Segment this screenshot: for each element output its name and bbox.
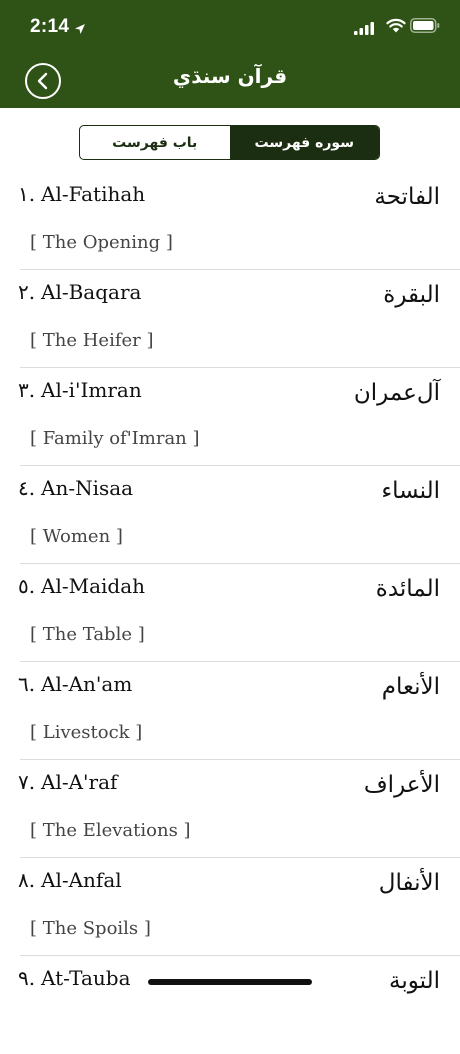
surah-meaning: [ The Opening ] <box>30 232 173 253</box>
index-segmented-control: باب فهرست سوره فهرست <box>79 125 380 160</box>
surah-name: At-Tauba <box>41 966 131 990</box>
surah-number: ٩. <box>18 966 36 990</box>
surah-number: ٨. <box>18 868 36 892</box>
surah-row-1[interactable]: ١. Al-Fatihah [ The Opening ] الفاتحة <box>0 172 460 270</box>
wifi-icon <box>386 18 406 37</box>
status-time: 2:14 <box>30 16 70 37</box>
status-bar: 2:14 <box>0 0 460 50</box>
navigation-header: 2:14 قرآن سنڌي <box>0 0 460 108</box>
surah-row-7[interactable]: ٧. Al-A'raf [ The Elevations ] الأعراف <box>0 760 460 858</box>
surah-meaning: [ The Heifer ] <box>30 330 154 351</box>
surah-arabic-name: الفاتحة <box>374 184 440 210</box>
surah-arabic-name: البقرة <box>383 282 440 308</box>
surah-meaning: [ The Elevations ] <box>30 820 191 841</box>
cellular-signal-icon <box>354 20 374 39</box>
surah-meaning: [ The Table ] <box>30 624 145 645</box>
surah-name: Al-Fatihah <box>41 182 146 206</box>
surah-name: Al-An'am <box>41 672 133 696</box>
surah-arabic-name: آل‌عمران <box>353 380 440 406</box>
surah-arabic-name: الأنعام <box>381 674 440 700</box>
surah-arabic-name: النساء <box>381 478 440 504</box>
surah-name: Al-i'Imran <box>41 378 142 402</box>
surah-arabic-name: التوبة <box>389 968 440 994</box>
surah-row-5[interactable]: ٥. Al-Maidah [ The Table ] المائدة <box>0 564 460 662</box>
surah-number: ٧. <box>18 770 36 794</box>
page-title: قرآن سنڌي <box>172 64 288 88</box>
location-arrow-icon <box>74 20 86 39</box>
surah-meaning: [ Women ] <box>30 526 123 547</box>
surah-row-9[interactable]: ٩. At-Tauba التوبة <box>0 956 460 1054</box>
surah-name: An-Nisaa <box>41 476 134 500</box>
surah-row-6[interactable]: ٦. Al-An'am [ Livestock ] الأنعام <box>0 662 460 760</box>
tab-chapter-index[interactable]: باب فهرست <box>80 126 230 159</box>
surah-name: Al-Anfal <box>41 868 122 892</box>
battery-icon <box>410 18 440 37</box>
surah-number: ٤. <box>18 476 36 500</box>
surah-meaning: [ The Spoils ] <box>30 918 151 939</box>
tab-surah-index[interactable]: سوره فهرست <box>229 126 379 159</box>
surah-number: ٦. <box>18 672 36 696</box>
surah-number: ١. <box>18 182 36 206</box>
surah-meaning: [ Livestock ] <box>30 722 143 743</box>
surah-meaning: [ Family of'Imran ] <box>30 428 200 449</box>
surah-name: Al-A'raf <box>41 770 118 794</box>
surah-arabic-name: الأنفال <box>378 870 440 896</box>
surah-arabic-name: المائدة <box>375 576 440 602</box>
surah-row-3[interactable]: ٣. Al-i'Imran [ Family of'Imran ] آل‌عمر… <box>0 368 460 466</box>
surah-row-8[interactable]: ٨. Al-Anfal [ The Spoils ] الأنفال <box>0 858 460 956</box>
surah-list: ١. Al-Fatihah [ The Opening ] الفاتحة ٢.… <box>0 172 460 1054</box>
surah-name: Al-Maidah <box>41 574 146 598</box>
surah-row-4[interactable]: ٤. An-Nisaa [ Women ] النساء <box>0 466 460 564</box>
surah-number: ٥. <box>18 574 36 598</box>
surah-name: Al-Baqara <box>41 280 142 304</box>
surah-number: ٣. <box>18 378 36 402</box>
home-indicator[interactable] <box>148 979 312 985</box>
surah-number: ٢. <box>18 280 36 304</box>
surah-arabic-name: الأعراف <box>363 772 440 798</box>
surah-row-2[interactable]: ٢. Al-Baqara [ The Heifer ] البقرة <box>0 270 460 368</box>
